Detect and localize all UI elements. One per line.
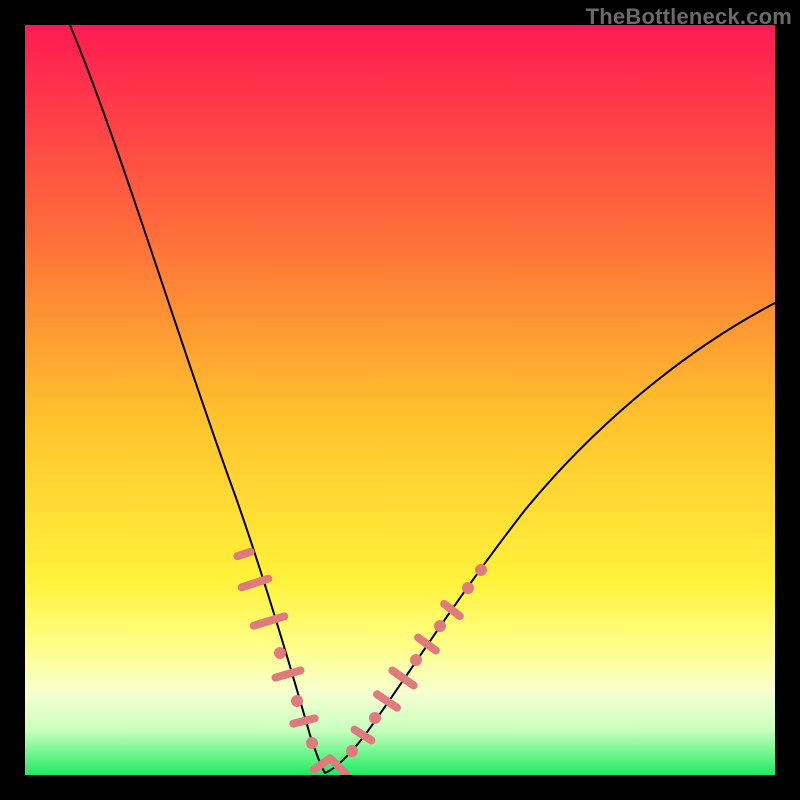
gradient-background — [25, 25, 775, 775]
chart-svg — [25, 25, 775, 775]
chart-frame: TheBottleneck.com — [0, 0, 800, 800]
plot-area — [25, 25, 775, 775]
